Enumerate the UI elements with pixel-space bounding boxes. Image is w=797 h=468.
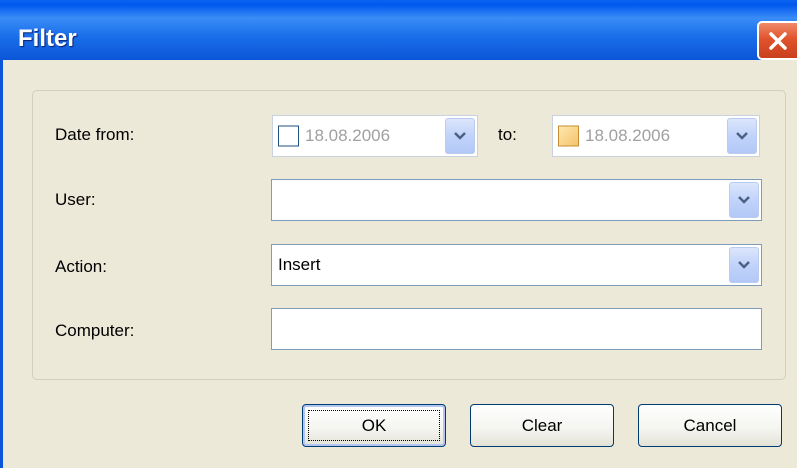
ok-button[interactable]: OK: [302, 404, 446, 447]
user-combobox[interactable]: [271, 179, 762, 221]
clear-button[interactable]: Clear: [470, 404, 614, 447]
chevron-down-icon: [736, 132, 748, 140]
date-from-checkbox[interactable]: [278, 125, 299, 147]
focus-rect: [308, 410, 440, 441]
user-label: User:: [55, 190, 96, 209]
clear-label: Clear: [521, 415, 563, 435]
action-value: Insert: [278, 255, 321, 274]
computer-input[interactable]: [271, 308, 762, 350]
to-label: to:: [498, 125, 517, 144]
computer-label: Computer:: [55, 321, 135, 340]
title-bar[interactable]: Filter: [0, 0, 797, 60]
chevron-down-icon: [454, 132, 466, 140]
close-button[interactable]: [757, 21, 797, 60]
date-from-dropdown-button[interactable]: [445, 118, 475, 154]
date-to-picker[interactable]: 18.08.2006: [552, 115, 760, 157]
chevron-down-icon: [738, 261, 750, 269]
user-dropdown-button[interactable]: [729, 182, 759, 218]
cancel-label: Cancel: [683, 415, 737, 435]
chevron-down-icon: [738, 196, 750, 204]
action-combobox[interactable]: Insert: [271, 244, 762, 286]
date-from-label: Date from:: [55, 125, 135, 144]
date-from-value: 18.08.2006: [305, 126, 391, 145]
date-from-picker[interactable]: 18.08.2006: [272, 115, 478, 157]
date-to-checkbox[interactable]: [558, 125, 579, 147]
close-icon: [769, 31, 787, 50]
date-to-dropdown-button[interactable]: [727, 118, 757, 154]
action-dropdown-button[interactable]: [729, 247, 759, 283]
action-label: Action:: [55, 257, 107, 276]
cancel-button[interactable]: Cancel: [638, 404, 782, 447]
date-to-value: 18.08.2006: [585, 126, 671, 145]
window-title: Filter: [18, 25, 77, 52]
